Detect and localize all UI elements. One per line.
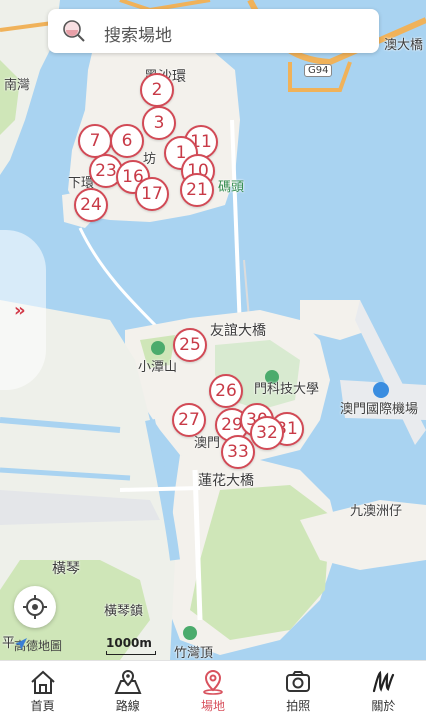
navigation-arrow-icon: [15, 638, 27, 650]
map-label-road-code: G94: [304, 64, 333, 77]
venue-marker[interactable]: 27: [172, 403, 206, 437]
scale-bar: [106, 651, 156, 655]
side-panel-toggle[interactable]: »: [0, 230, 46, 390]
venue-marker[interactable]: 32: [250, 416, 284, 450]
route-map-icon: [114, 669, 142, 694]
camera-icon: [286, 671, 311, 692]
map-label-jiu-ao: 九澳洲仔: [350, 504, 403, 519]
map-label-hengqin: 橫琴: [52, 561, 80, 577]
tab-route[interactable]: 路線: [85, 661, 170, 716]
venue-marker[interactable]: 25: [173, 328, 207, 362]
map-label-friendship-bridge: 友誼大橋: [210, 323, 266, 339]
tab-venue-label: 場地: [201, 699, 226, 713]
map-label-zhu-wan-ding: 竹灣頂: [174, 646, 214, 660]
search-placeholder: 搜索場地: [104, 26, 172, 46]
venue-marker[interactable]: 26: [209, 374, 243, 408]
locate-button[interactable]: [14, 586, 56, 628]
map-view[interactable]: 黑沙環 下環 碼頭 坊 南灣 澳大橋 G94 友誼大橋 小潭山 門科技大學 澳門…: [0, 0, 426, 660]
signature-icon: [373, 670, 395, 693]
map-label-aomen: 澳門: [194, 436, 221, 451]
scale-label: 1000m: [106, 636, 152, 650]
search-icon: [63, 20, 85, 42]
map-label-lotus-bridge: 蓮花大橋: [198, 473, 254, 489]
tab-venue[interactable]: 場地: [170, 661, 255, 716]
map-label-ma-tou: 碼頭: [218, 180, 245, 195]
tab-photo-label: 拍照: [286, 699, 311, 713]
venue-marker[interactable]: 7: [78, 124, 112, 158]
tab-photo[interactable]: 拍照: [256, 661, 341, 716]
venue-marker[interactable]: 33: [221, 435, 255, 469]
venue-marker[interactable]: 17: [135, 177, 169, 211]
venue-marker[interactable]: 2: [140, 73, 174, 107]
venue-marker[interactable]: 24: [74, 188, 108, 222]
map-attribution: 高德地圖: [14, 637, 62, 654]
map-label-airport: 澳門國際機場: [340, 402, 419, 417]
location-pin-icon: [203, 669, 223, 695]
map-label-xiao-tan-shan: 小潭山: [138, 360, 178, 375]
map-label-nan-wan: 南灣: [4, 78, 31, 93]
map-label-hengqin-town: 橫琴鎮: [104, 604, 144, 619]
double-chevron-right-icon: »: [14, 300, 25, 321]
bottom-tab-bar: 首頁 路線 場地 拍照 關於: [0, 660, 426, 716]
venue-marker[interactable]: 3: [142, 106, 176, 140]
map-label-university: 門科技大學: [254, 382, 320, 397]
tab-about[interactable]: 關於: [341, 661, 426, 716]
home-icon: [30, 670, 55, 694]
crosshair-icon: [23, 595, 47, 619]
map-label-bridge: 澳大橋: [384, 38, 424, 53]
tab-home-label: 首頁: [30, 699, 55, 713]
tab-home[interactable]: 首頁: [0, 661, 85, 716]
venue-marker[interactable]: 6: [110, 124, 144, 158]
map-scale: 1000m: [106, 636, 156, 655]
tab-route-label: 路線: [115, 699, 140, 713]
search-bar[interactable]: 搜索場地: [48, 9, 379, 53]
venue-marker[interactable]: 21: [180, 173, 214, 207]
tab-about-label: 關於: [371, 699, 396, 713]
